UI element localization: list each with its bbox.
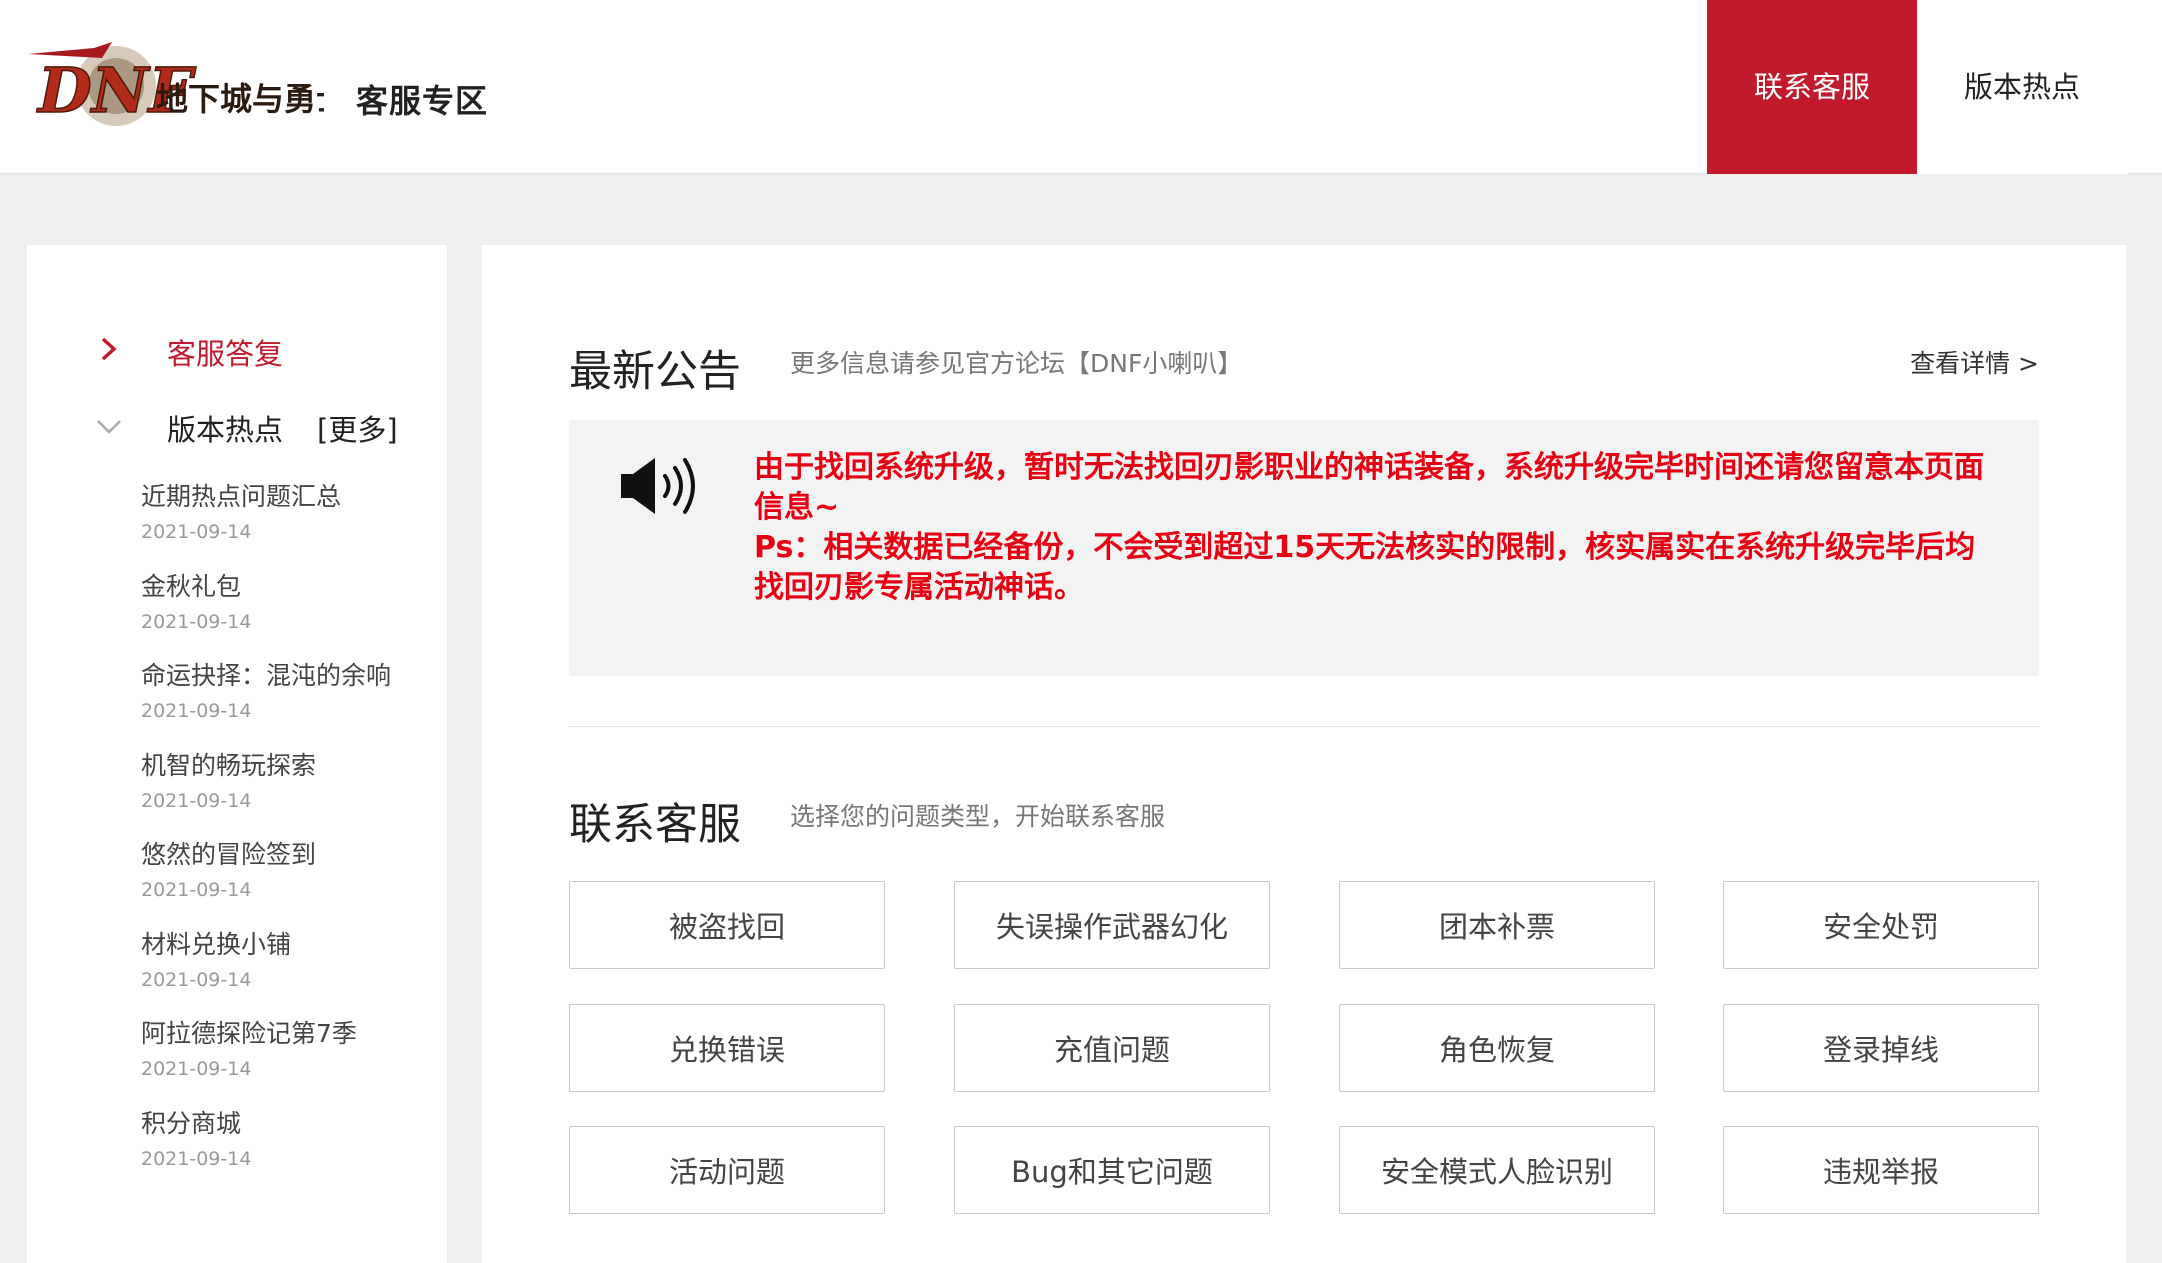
list-item[interactable]: 悠然的冒险签到 2021-09-14	[141, 835, 441, 925]
notice-line-1: 由于找回系统升级，暂时无法找回刃影职业的神话装备，系统升级完毕时间还请您留意本页…	[754, 450, 1984, 525]
list-item[interactable]: 积分商城 2021-09-14	[141, 1104, 441, 1194]
list-item-title: 悠然的冒险签到	[141, 840, 317, 869]
view-details-link[interactable]: 查看详情 >	[1910, 344, 2039, 380]
list-item-date: 2021-09-14	[141, 610, 252, 633]
list-item-date: 2021-09-14	[141, 1058, 252, 1080]
list-item-date: 2021-09-14	[141, 879, 252, 901]
hot-topic-list: 近期热点问题汇总 2021-09-14 金秋礼包 2021-09-14 命运抉择…	[141, 477, 441, 1193]
sidebar-item-label: 版本热点	[167, 413, 284, 447]
site-header: DNF 地下城与勇士 客服专区 联系客服 版本热点	[0, 0, 2162, 174]
list-item-title: 阿拉德探险记第7季	[141, 1019, 357, 1048]
list-item-date: 2021-09-14	[141, 700, 252, 722]
face-recognition-button[interactable]: 安全模式人脸识别	[1339, 1126, 1655, 1214]
svg-text:地下城与勇士: 地下城与勇士	[156, 80, 324, 118]
list-item[interactable]: 材料兑换小铺 2021-09-14	[141, 925, 441, 1015]
list-item-date: 2021-09-14	[141, 789, 252, 812]
nav-contact-service[interactable]: 联系客服	[1707, 0, 1917, 174]
main-content: 最新公告 更多信息请参见官方论坛【DNF小喇叭】 查看详情 > 由于找回系统升级…	[482, 245, 2126, 1263]
list-item-title: 材料兑换小铺	[141, 929, 292, 959]
list-item-title: 金秋礼包	[141, 571, 242, 601]
list-item[interactable]: 阿拉德探险记第7季 2021-09-14	[141, 1014, 441, 1104]
announcement-subtitle: 更多信息请参见官方论坛【DNF小喇叭】	[790, 349, 1243, 378]
list-item-date: 2021-09-14	[141, 521, 252, 543]
section-divider	[569, 726, 2039, 727]
exchange-error-button[interactable]: 兑换错误	[569, 1004, 885, 1092]
notice-box: 由于找回系统升级，暂时无法找回刃影职业的神话装备，系统升级完毕时间还请您留意本页…	[569, 420, 2039, 676]
dnf-logo[interactable]: DNF 地下城与勇士	[24, 34, 348, 144]
speaker-icon	[621, 458, 695, 514]
list-item-title: 命运抉择：混沌的余响	[141, 661, 392, 690]
sidebar: 客服答复 版本热点 [更多] 近期热点问题汇总 2021-09-14 金秋礼包 2…	[27, 245, 447, 1263]
section-title: 客服专区	[356, 82, 489, 120]
nav-version-hot[interactable]: 版本热点	[1917, 0, 2127, 174]
sidebar-item-label: 客服答复	[167, 337, 284, 371]
event-issue-button[interactable]: 活动问题	[569, 1126, 885, 1214]
chevron-down-icon	[97, 420, 121, 434]
raid-ticket-button[interactable]: 团本补票	[1339, 881, 1655, 969]
login-disconnect-button[interactable]: 登录掉线	[1723, 1004, 2039, 1092]
contact-subtitle: 选择您的问题类型，开始联系客服	[790, 802, 1166, 831]
list-item-title: 积分商城	[141, 1108, 242, 1138]
list-item[interactable]: 机智的畅玩探索 2021-09-14	[141, 746, 441, 836]
security-penalty-button[interactable]: 安全处罚	[1723, 881, 2039, 969]
list-item[interactable]: 金秋礼包 2021-09-14	[141, 567, 441, 657]
list-item-date: 2021-09-14	[141, 968, 252, 991]
announcement-title: 最新公告	[569, 347, 741, 397]
chevron-right-icon	[101, 337, 117, 361]
contact-title: 联系客服	[569, 800, 741, 850]
list-item-title: 机智的畅玩探索	[141, 750, 317, 780]
stolen-recovery-button[interactable]: 被盗找回	[569, 881, 885, 969]
more-link[interactable]: [更多]	[317, 413, 398, 447]
bug-other-button[interactable]: Bug和其它问题	[954, 1126, 1270, 1214]
list-item-date: 2021-09-14	[141, 1147, 252, 1170]
issue-type-grid: 被盗找回 失误操作武器幻化 团本补票 安全处罚 兑换错误 充值问题 角色恢复 登…	[569, 881, 2039, 1221]
list-item[interactable]: 近期热点问题汇总 2021-09-14	[141, 477, 441, 567]
list-item[interactable]: 命运抉择：混沌的余响 2021-09-14	[141, 656, 441, 746]
dnf-logo-icon: DNF 地下城与勇士	[28, 42, 348, 128]
notice-text: 由于找回系统升级，暂时无法找回刃影职业的神话装备，系统升级完毕时间还请您留意本页…	[754, 448, 2004, 608]
notice-line-2: Ps：相关数据已经备份，不会受到超过15天无法核实的限制，核实属实在系统升级完毕…	[754, 530, 1976, 605]
weapon-illusion-mistake-button[interactable]: 失误操作武器幻化	[954, 881, 1270, 969]
character-restore-button[interactable]: 角色恢复	[1339, 1004, 1655, 1092]
violation-report-button[interactable]: 违规举报	[1723, 1126, 2039, 1214]
list-item-title: 近期热点问题汇总	[141, 482, 342, 511]
recharge-issue-button[interactable]: 充值问题	[954, 1004, 1270, 1092]
